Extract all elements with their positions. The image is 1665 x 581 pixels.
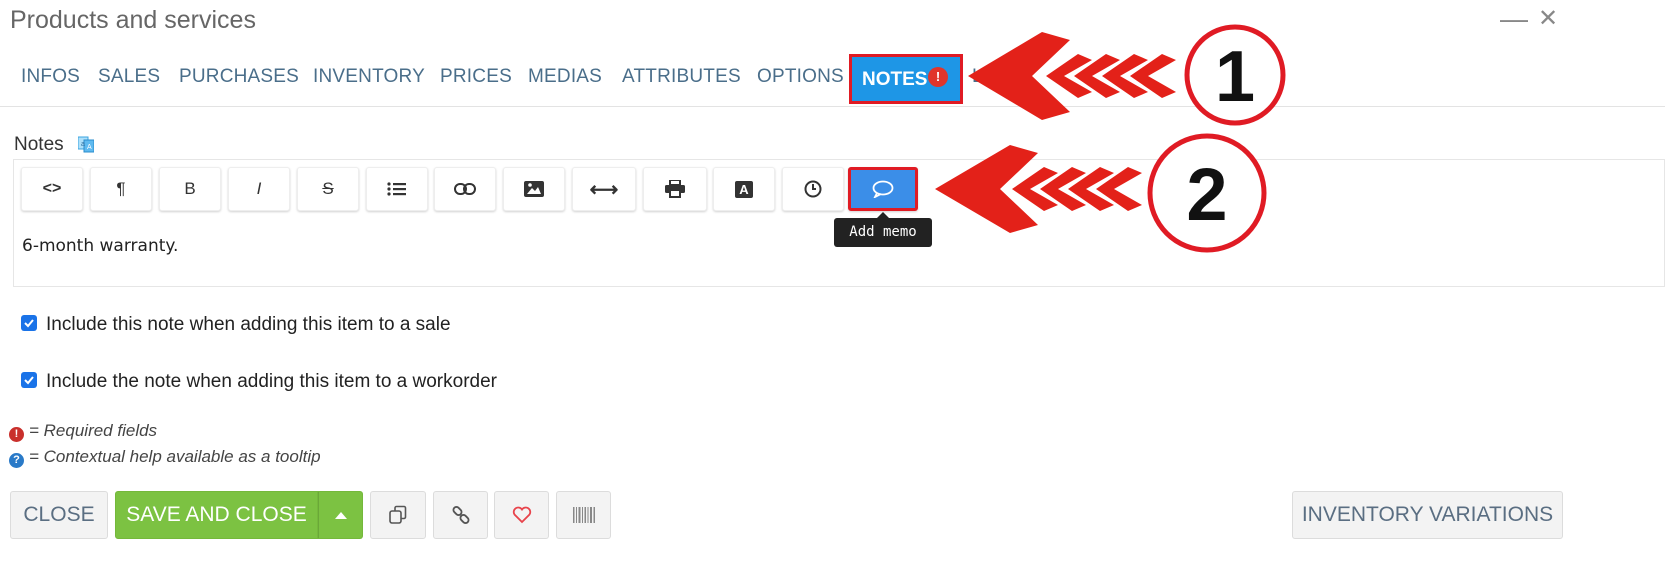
tab-prices[interactable]: PRICES <box>440 66 512 88</box>
tab-options[interactable]: OPTIONS <box>757 66 844 88</box>
close-icon[interactable]: ✕ <box>1538 4 1558 34</box>
horizontal-rule-icon: ⟷ <box>589 178 619 201</box>
copy-icon <box>389 505 407 524</box>
barcode-button[interactable] <box>556 491 611 539</box>
tab-medias[interactable]: MEDIAS <box>528 66 602 88</box>
svg-text:a: a <box>81 141 85 148</box>
tab-sales[interactable]: SALES <box>98 66 160 88</box>
favorite-button[interactable] <box>494 491 549 539</box>
memo-icon <box>872 180 894 198</box>
list-button[interactable] <box>366 167 428 211</box>
paragraph-button[interactable]: ¶ <box>90 167 152 211</box>
font-color-button[interactable]: A <box>713 167 775 211</box>
minimize-icon[interactable]: — <box>1500 4 1528 34</box>
link-icon <box>454 183 476 195</box>
clock-icon <box>804 180 822 198</box>
tab-notes-label: NOTES <box>862 69 928 90</box>
print-button[interactable] <box>643 167 707 211</box>
tab-hidden-fragment[interactable]: L <box>972 66 983 88</box>
tab-purchases[interactable]: PURCHASES <box>179 66 299 88</box>
list-icon <box>387 182 406 196</box>
duplicate-button[interactable] <box>370 491 426 539</box>
link-item-button[interactable] <box>433 491 488 539</box>
tab-attributes[interactable]: ATTRIBUTES <box>622 66 741 88</box>
bold-button[interactable]: B <box>159 167 221 211</box>
close-button[interactable]: CLOSE <box>10 491 108 539</box>
required-icon: ! <box>9 427 24 442</box>
italic-button[interactable]: I <box>228 167 290 211</box>
include-in-workorder-label[interactable]: Include the note when adding this item t… <box>46 371 497 393</box>
italic-icon: I <box>256 179 262 198</box>
strikethrough-button[interactable]: S <box>297 167 359 211</box>
help-icon: ? <box>9 453 24 468</box>
image-button[interactable] <box>503 167 565 211</box>
print-icon <box>665 180 685 198</box>
font-color-icon: A <box>735 180 753 198</box>
tab-inventory[interactable]: INVENTORY <box>313 66 425 88</box>
inventory-variations-button[interactable]: INVENTORY VARIATIONS <box>1292 491 1563 539</box>
notes-field-label: Notes <box>14 134 64 155</box>
required-legend: ! = Required fields <box>9 421 157 442</box>
window-title: Products and services <box>10 6 256 34</box>
help-legend: ? = Contextual help available as a toolti… <box>9 447 321 468</box>
link-button[interactable] <box>434 167 496 211</box>
tab-notes[interactable]: NOTES ! <box>849 54 963 104</box>
notes-content[interactable]: 6-month warranty. <box>22 236 178 256</box>
bold-icon: B <box>184 179 196 198</box>
clock-button[interactable] <box>782 167 844 211</box>
translate-icon[interactable]: a A <box>78 135 94 153</box>
code-view-icon: <> <box>42 180 62 197</box>
checkmark-icon <box>24 376 34 385</box>
tab-bar: INFOS SALES PURCHASES INVENTORY PRICES M… <box>0 52 1665 107</box>
help-legend-text: = Contextual help available as a tooltip <box>29 447 321 466</box>
barcode-icon <box>572 507 595 523</box>
save-and-close-button[interactable]: SAVE AND CLOSE <box>115 491 318 539</box>
include-in-sale-checkbox[interactable] <box>21 315 37 331</box>
include-in-sale-label[interactable]: Include this note when adding this item … <box>46 314 451 336</box>
tab-infos[interactable]: INFOS <box>21 66 80 88</box>
required-legend-text: = Required fields <box>29 421 158 440</box>
paragraph-icon: ¶ <box>116 179 126 198</box>
required-badge-icon: ! <box>928 67 948 87</box>
add-memo-tooltip: Add memo <box>834 212 932 247</box>
svg-text:A: A <box>87 144 92 151</box>
caret-up-icon <box>334 512 347 519</box>
save-options-dropdown[interactable] <box>318 491 363 539</box>
strikethrough-icon: S <box>322 179 334 198</box>
checkmark-icon <box>24 319 34 328</box>
horizontal-rule-button[interactable]: ⟷ <box>572 167 636 211</box>
image-icon <box>524 181 544 197</box>
include-in-workorder-checkbox[interactable] <box>21 372 37 388</box>
link-icon <box>452 506 469 524</box>
add-memo-button[interactable] <box>848 167 918 211</box>
code-view-button[interactable]: <> <box>21 167 83 211</box>
heart-icon <box>512 506 531 524</box>
